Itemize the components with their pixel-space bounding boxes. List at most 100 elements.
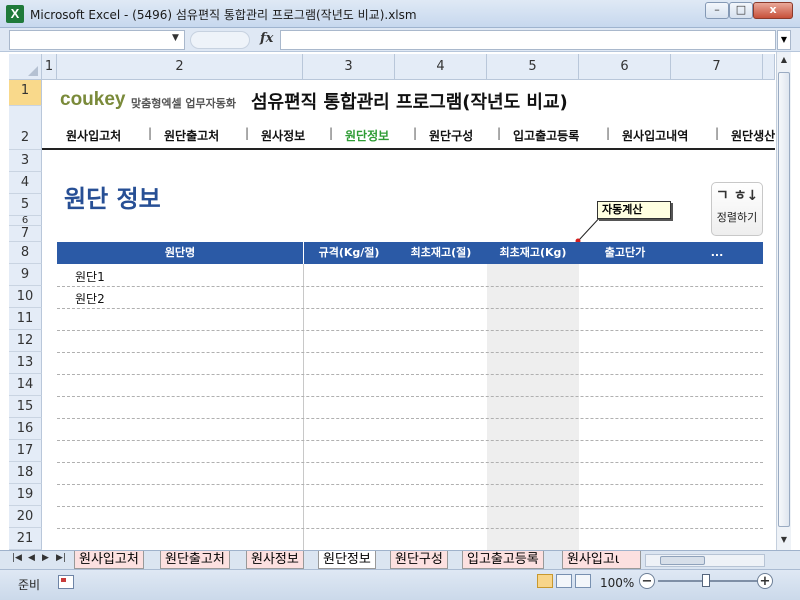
nav-separator: | (245, 126, 250, 140)
row-divider (57, 528, 763, 529)
nav-separator: | (606, 126, 611, 140)
row-header[interactable]: 6 (9, 216, 42, 226)
status-bar: 준비 100% − + (0, 569, 800, 600)
vertical-scrollbar[interactable]: ▲ ▼ (776, 52, 791, 550)
column-header[interactable]: 4 (395, 54, 487, 80)
sheet-tab[interactable]: 원사입고ι (562, 551, 641, 569)
column-divider (303, 264, 304, 550)
zoom-out-icon[interactable]: − (639, 573, 655, 589)
nav-item-yarn-info[interactable]: 원사정보 (261, 127, 305, 144)
name-box-dropdown-icon[interactable]: ▼ (172, 33, 179, 43)
worksheet[interactable]: 1 2 3 4 5 6 7 1 2 3 4 5 6 7 8 9 10 11 12… (9, 52, 775, 550)
table-header: 원단명 규격(Kg/절) 최초재고(절) 최초재고(Kg) 출고단가 ... (57, 242, 763, 264)
column-title: ... (710, 246, 724, 259)
nav-item-yarn-inbound-history[interactable]: 원사입고내역 (622, 127, 688, 144)
name-box[interactable] (9, 30, 185, 50)
nav-item-fabric-composition[interactable]: 원단구성 (429, 127, 473, 144)
row-divider (57, 308, 763, 309)
column-header[interactable]: 5 (487, 54, 579, 80)
nav-item-fabric-shippers[interactable]: 원단출고처 (164, 127, 219, 144)
expand-formula-icon[interactable]: ▼ (777, 30, 791, 50)
nav-item-fabric-production[interactable]: 원단생산 (731, 127, 775, 144)
last-sheet-icon[interactable]: ▶| (56, 553, 66, 563)
row-header[interactable]: 12 (9, 330, 42, 352)
row-header[interactable]: 7 (9, 226, 42, 242)
column-header[interactable] (763, 54, 775, 80)
row-header[interactable]: 4 (9, 172, 42, 194)
sort-button[interactable]: ㄱ ㅎ↓ 정렬하기 (711, 182, 763, 236)
row-divider (57, 286, 763, 287)
column-header[interactable]: 2 (57, 54, 303, 80)
horizontal-scrollbar[interactable] (645, 554, 765, 567)
page-break-view-icon[interactable] (575, 574, 591, 588)
row-header[interactable]: 11 (9, 308, 42, 330)
sheet-tab[interactable]: 입고출고등록 (462, 551, 544, 569)
row-header[interactable]: 15 (9, 396, 42, 418)
select-all-corner[interactable] (9, 54, 42, 80)
row-header[interactable]: 16 (9, 418, 42, 440)
maximize-button[interactable]: □ (729, 2, 753, 19)
next-sheet-icon[interactable]: ▶ (42, 553, 49, 563)
column-title: 최초재고(Kg) (499, 246, 567, 259)
row-header[interactable]: 19 (9, 484, 42, 506)
row-header[interactable]: 13 (9, 352, 42, 374)
formula-toggle[interactable] (190, 31, 250, 49)
macro-record-icon[interactable] (58, 575, 74, 589)
row-divider (57, 440, 763, 441)
row-header[interactable]: 1 (9, 80, 42, 106)
row-header[interactable]: 20 (9, 506, 42, 528)
excel-app-icon[interactable]: X (6, 5, 24, 23)
row-header[interactable]: 18 (9, 462, 42, 484)
nav-separator: | (715, 126, 720, 140)
sheet-tab[interactable]: 원단출고처 (160, 551, 230, 569)
nav-item-fabric-info[interactable]: 원단정보 (345, 127, 389, 144)
status-text: 준비 (18, 578, 41, 592)
row-header[interactable]: 9 (9, 264, 42, 286)
select-all-icon (28, 66, 38, 76)
column-header[interactable]: 7 (671, 54, 763, 80)
column-header[interactable]: 6 (579, 54, 671, 80)
table-cell-fabric-name[interactable]: 원단2 (75, 290, 105, 307)
sheet-tab[interactable]: 원단구성 (390, 551, 448, 569)
horizontal-scroll-thumb[interactable] (660, 556, 705, 565)
prev-sheet-icon[interactable]: ◀ (28, 553, 35, 563)
brand-logo: coukey (60, 89, 126, 110)
row-divider (57, 462, 763, 463)
first-sheet-icon[interactable]: |◀ (12, 553, 22, 563)
close-button[interactable]: x (753, 2, 793, 19)
column-header[interactable]: 3 (303, 54, 395, 80)
nav-item-inbound-outbound[interactable]: 입고출고등록 (513, 127, 579, 144)
brand-tagline: 맞춤형엑셀 업무자동화 (131, 97, 237, 110)
zoom-in-icon[interactable]: + (757, 573, 773, 589)
row-header[interactable]: 21 (9, 528, 42, 550)
row-header[interactable]: 17 (9, 440, 42, 462)
row-header[interactable]: 10 (9, 286, 42, 308)
zoom-level[interactable]: 100% (600, 576, 634, 590)
formula-input[interactable] (280, 30, 776, 50)
column-header[interactable]: 1 (42, 54, 57, 80)
row-divider (57, 374, 763, 375)
column-title: 최초재고(절) (410, 246, 472, 259)
insert-function-icon[interactable]: fx (260, 31, 273, 46)
normal-view-icon[interactable] (537, 574, 553, 588)
sheet-tab[interactable]: 원사입고처 (74, 551, 144, 569)
sheet-tab-active[interactable]: 원단정보 (318, 551, 376, 569)
scroll-up-icon[interactable]: ▲ (778, 54, 790, 66)
scroll-down-icon[interactable]: ▼ (778, 534, 790, 546)
auto-calc-column-shading (487, 264, 579, 550)
row-header[interactable]: 5 (9, 194, 42, 216)
row-header[interactable]: 3 (9, 150, 42, 172)
row-header[interactable]: 14 (9, 374, 42, 396)
formula-bar: ▼ fx ▼ (0, 28, 800, 52)
nav-item-yarn-suppliers[interactable]: 원사입고처 (66, 127, 121, 144)
table-cell-fabric-name[interactable]: 원단1 (75, 268, 105, 285)
sheet-tab[interactable]: 원사정보 (246, 551, 304, 569)
row-header[interactable]: 2 (9, 106, 42, 150)
auto-calc-note: 자동계산 (597, 201, 671, 219)
page-layout-view-icon[interactable] (556, 574, 572, 588)
vertical-scroll-thumb[interactable] (778, 72, 790, 527)
row-header[interactable]: 8 (9, 242, 42, 264)
zoom-slider-thumb[interactable] (702, 574, 710, 587)
minimize-button[interactable]: – (705, 2, 729, 19)
row-divider (57, 330, 763, 331)
